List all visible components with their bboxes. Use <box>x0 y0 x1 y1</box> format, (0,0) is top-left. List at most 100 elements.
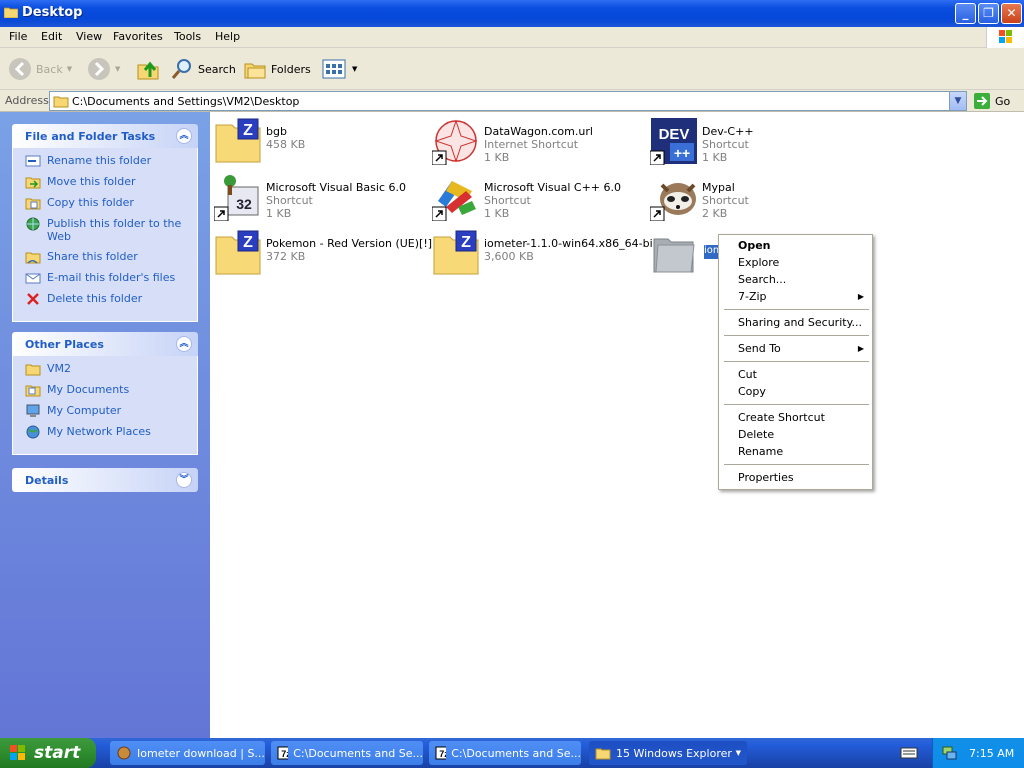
expand-icon[interactable]: ︾ <box>176 472 192 488</box>
title-bar[interactable]: Desktop _ ❐ ✕ <box>0 0 1024 27</box>
taskbar-button-7zip-2[interactable]: 7z C:\Documents and Se... <box>429 741 581 765</box>
maximize-button[interactable]: ❐ <box>978 3 999 24</box>
delete-folder-link[interactable]: Delete this folder <box>25 292 197 306</box>
place-my-computer-link[interactable]: My Computer <box>25 404 197 418</box>
views-button[interactable]: ▼ <box>322 54 357 84</box>
menu-item-7zip[interactable]: 7-Zip ▶ <box>721 288 870 305</box>
rename-text-field[interactable]: iom <box>704 245 718 259</box>
menu-item-create-shortcut[interactable]: Create Shortcut <box>721 409 870 426</box>
close-button[interactable]: ✕ <box>1001 3 1022 24</box>
menu-item-open[interactable]: Open <box>721 237 870 254</box>
file-item-bgb[interactable]: Z bgb 458 KB <box>214 117 305 165</box>
up-folder-button[interactable] <box>136 54 160 84</box>
file-item-vc6[interactable]: Microsoft Visual C++ 6.0 Shortcut 1 KB <box>431 173 621 222</box>
taskbar-button-7zip-1[interactable]: 7z C:\Documents and Se... <box>271 741 423 765</box>
share-folder-link[interactable]: Share this folder <box>25 250 197 264</box>
address-dropdown-button[interactable]: ▼ <box>949 92 966 110</box>
chevron-down-icon[interactable]: ▼ <box>352 65 357 73</box>
minimize-button[interactable]: _ <box>955 3 976 24</box>
menu-edit[interactable]: Edit <box>41 30 62 43</box>
folder-icon <box>4 7 18 18</box>
svg-text:32: 32 <box>236 196 252 212</box>
menu-item-rename[interactable]: Rename <box>721 443 870 460</box>
browser-icon <box>117 746 131 760</box>
folders-button[interactable]: Folders <box>243 54 311 84</box>
menu-item-label: 7-Zip <box>738 290 767 303</box>
file-folder-tasks-header[interactable]: File and Folder Tasks ︽ <box>12 124 198 148</box>
devcpp-icon: DEV ++ <box>649 117 698 166</box>
file-type: Shortcut <box>702 138 749 151</box>
file-item-iometer-folder[interactable] <box>650 229 698 277</box>
file-name: Mypal <box>702 181 735 194</box>
collapse-icon[interactable]: ︽ <box>176 128 192 144</box>
menu-tools[interactable]: Tools <box>174 30 201 43</box>
menu-item-send-to[interactable]: Send To ▶ <box>721 340 870 357</box>
up-folder-icon <box>137 61 159 80</box>
back-button[interactable]: Back ▼ <box>8 54 72 84</box>
publish-folder-link[interactable]: Publish this folder to the Web <box>25 217 197 243</box>
svg-text:Z: Z <box>243 122 253 139</box>
task-label: Move this folder <box>47 175 136 188</box>
file-item-vb6[interactable]: 32 Microsoft Visual Basic 6.0 Shortcut 1 K… <box>213 173 407 222</box>
menu-item-delete[interactable]: Delete <box>721 426 870 443</box>
menu-item-sharing-security[interactable]: Sharing and Security... <box>721 314 870 331</box>
file-item-pokemon[interactable]: Z Pokemon - Red Version (UE)[!] 372 KB <box>214 229 432 277</box>
menu-separator <box>724 464 869 465</box>
search-button[interactable]: Search <box>170 54 236 84</box>
menu-item-explore[interactable]: Explore <box>721 254 870 271</box>
folder-icon <box>53 96 69 108</box>
file-list: Z bgb 458 KB DataWagon.com.url Internet Sh… <box>210 112 1024 738</box>
move-folder-link[interactable]: Move this folder <box>25 175 197 189</box>
address-input[interactable]: C:\Documents and Settings\VM2\Desktop ▼ <box>49 91 967 111</box>
taskbar-button-windows-explorer-group[interactable]: 15 Windows Explorer ▼ <box>589 741 747 765</box>
svg-text:7z: 7z <box>439 749 446 759</box>
chevron-down-icon[interactable]: ▼ <box>115 65 120 73</box>
menu-item-search[interactable]: Search... <box>721 271 870 288</box>
mypal-icon <box>649 173 698 222</box>
share-icon <box>25 252 41 264</box>
file-type: Shortcut <box>702 194 749 207</box>
rename-folder-link[interactable]: Rename this folder <box>25 154 197 168</box>
menu-item-copy[interactable]: Copy <box>721 383 870 400</box>
chevron-down-icon[interactable]: ▼ <box>67 65 72 73</box>
network-tray-icon[interactable] <box>941 745 957 761</box>
details-header[interactable]: Details ︾ <box>12 468 198 492</box>
task-pane: File and Folder Tasks ︽ Rename this fold… <box>0 112 210 738</box>
menu-view[interactable]: View <box>76 30 102 43</box>
my-documents-icon <box>25 385 41 397</box>
clock[interactable]: 7:15 AM <box>969 747 1014 760</box>
other-places-header[interactable]: Other Places ︽ <box>12 332 198 356</box>
taskbar-button-label: C:\Documents and Se... <box>293 746 423 760</box>
menu-help[interactable]: Help <box>215 30 240 43</box>
zip-folder-icon: Z <box>214 229 262 277</box>
file-item-datawagon[interactable]: DataWagon.com.url Internet Shortcut 1 KB <box>431 117 593 166</box>
other-places-panel: Other Places ︽ VM2 My Documents My Compu… <box>12 332 198 455</box>
place-vm2-link[interactable]: VM2 <box>25 362 197 376</box>
go-button[interactable]: Go <box>973 92 1010 110</box>
place-my-documents-link[interactable]: My Documents <box>25 383 197 397</box>
collapse-icon[interactable]: ︽ <box>176 336 192 352</box>
file-item-iometer-zip[interactable]: Z iometer-1.1.0-win64.x86_64-bin 3,600 KB <box>432 229 660 277</box>
start-button[interactable]: start <box>0 738 96 768</box>
keyboard-icon[interactable] <box>900 746 918 763</box>
menu-item-cut[interactable]: Cut <box>721 366 870 383</box>
globe-icon <box>26 217 40 231</box>
copy-folder-link[interactable]: Copy this folder <box>25 196 197 210</box>
windows-logo-icon <box>986 27 1024 48</box>
7zip-icon: 7z <box>277 746 289 760</box>
computer-icon <box>26 404 40 417</box>
vb6-icon: 32 <box>213 173 262 222</box>
file-name: Microsoft Visual Basic 6.0 <box>266 181 407 194</box>
file-type: Shortcut <box>266 194 313 207</box>
menu-favorites[interactable]: Favorites <box>113 30 163 43</box>
menu-item-properties[interactable]: Properties <box>721 469 870 486</box>
place-my-network-link[interactable]: My Network Places <box>25 425 197 439</box>
menu-file[interactable]: File <box>9 30 27 43</box>
email-folder-link[interactable]: E-mail this folder's files <box>25 271 197 285</box>
taskbar-button-iometer-browser[interactable]: Iometer download | S... <box>110 741 265 765</box>
details-title: Details <box>25 474 69 487</box>
file-item-mypal[interactable]: Mypal Shortcut 2 KB <box>649 173 749 222</box>
file-item-devcpp[interactable]: DEV ++ Dev-C++ Shortcut 1 KB <box>649 117 754 166</box>
svg-text:Z: Z <box>461 234 471 251</box>
forward-button[interactable]: ▼ <box>87 54 120 84</box>
